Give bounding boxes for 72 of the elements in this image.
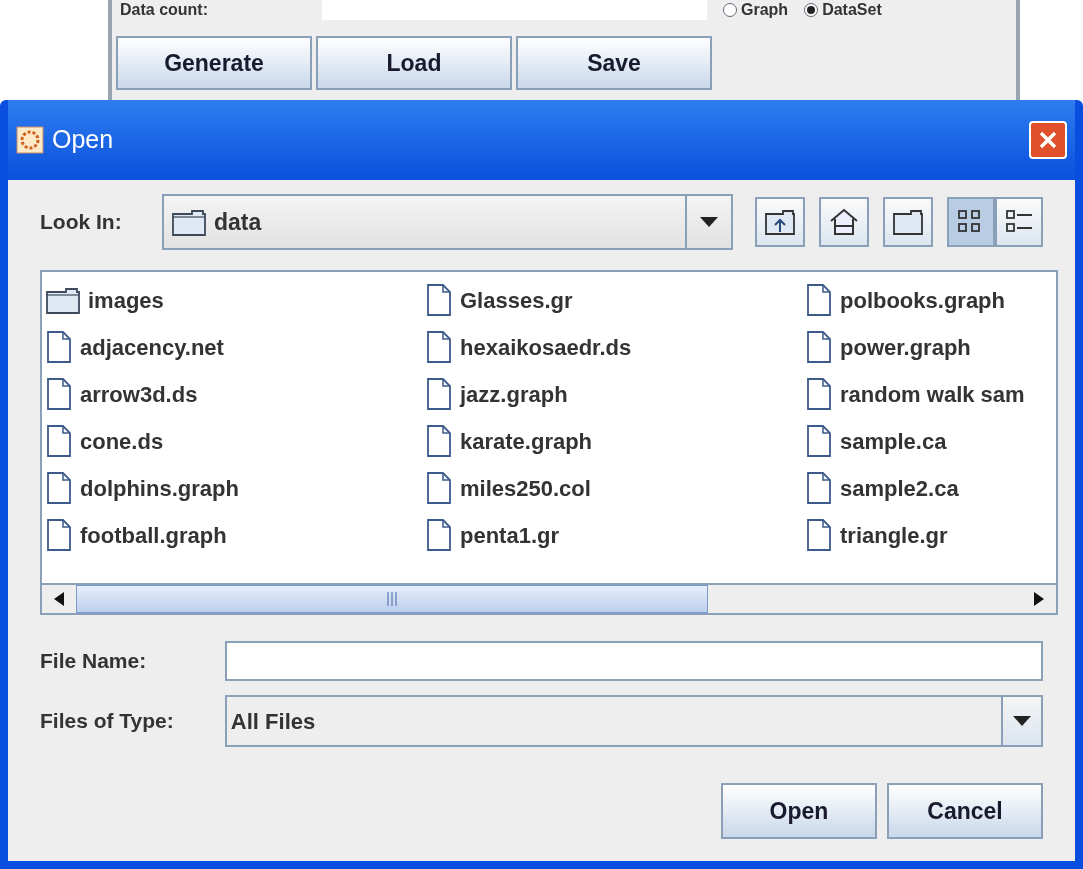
caret-icon <box>700 217 718 227</box>
file-item[interactable]: karate.graph <box>426 425 806 457</box>
document-icon <box>46 331 72 363</box>
close-button[interactable] <box>1029 121 1067 159</box>
horizontal-scrollbar[interactable] <box>42 583 1056 613</box>
open-button[interactable]: Open <box>721 783 877 839</box>
files-of-type-label: Files of Type: <box>40 708 175 735</box>
document-icon <box>46 425 72 457</box>
file-item[interactable]: sample.ca <box>806 425 1056 457</box>
document-icon <box>426 425 452 457</box>
right-arrow-icon <box>1034 592 1044 606</box>
grip-icon <box>387 592 397 606</box>
document-icon <box>46 519 72 551</box>
file-item[interactable]: penta1.gr <box>426 519 806 551</box>
file-item[interactable]: dolphins.graph <box>46 472 426 504</box>
look-in-value: data <box>213 207 262 237</box>
window-title: Open <box>52 124 114 156</box>
radio-option[interactable]: Graph <box>723 0 789 20</box>
folder-icon <box>46 285 80 315</box>
document-icon <box>46 472 72 504</box>
file-item[interactable]: hexaikosaedr.ds <box>426 331 806 363</box>
file-item[interactable]: polbooks.graph <box>806 284 1056 316</box>
files-of-type-value: All Files <box>229 707 317 736</box>
document-icon <box>806 284 832 316</box>
file-item[interactable]: images <box>46 284 426 316</box>
left-arrow-icon <box>54 592 64 606</box>
document-icon <box>46 378 72 410</box>
action-button[interactable]: Load <box>316 36 512 90</box>
details-view-button[interactable] <box>995 197 1043 247</box>
caret-icon <box>1013 716 1031 726</box>
look-in-dropdown[interactable]: data <box>161 194 733 250</box>
file-item[interactable]: Glasses.gr <box>426 284 806 316</box>
file-name-label: File Name: <box>40 648 148 675</box>
look-in-label: Look In: <box>40 209 123 236</box>
action-button[interactable]: Save <box>516 36 712 90</box>
file-item[interactable]: sample2.ca <box>806 472 1056 504</box>
document-icon <box>806 472 832 504</box>
scrollbar-thumb[interactable] <box>76 585 708 613</box>
file-item[interactable]: adjacency.net <box>46 331 426 363</box>
document-icon <box>426 284 452 316</box>
file-item[interactable]: random walk sam <box>806 378 1056 410</box>
document-icon <box>806 331 832 363</box>
file-item[interactable]: power.graph <box>806 331 1056 363</box>
document-icon <box>426 472 452 504</box>
document-icon <box>426 331 452 363</box>
folder-icon <box>171 207 206 237</box>
action-button[interactable]: Generate <box>116 36 312 90</box>
home-button[interactable] <box>819 197 869 247</box>
file-item[interactable]: triangle.gr <box>806 519 1056 551</box>
file-item[interactable]: arrow3d.ds <box>46 378 426 410</box>
file-item[interactable]: miles250.col <box>426 472 806 504</box>
app-icon <box>16 126 44 154</box>
document-icon <box>426 378 452 410</box>
up-folder-icon <box>765 208 795 236</box>
up-folder-button[interactable] <box>755 197 805 247</box>
data-count-label: Data count: <box>119 0 209 20</box>
document-icon <box>426 519 452 551</box>
document-icon <box>806 425 832 457</box>
close-icon <box>1038 130 1058 150</box>
document-icon <box>806 378 832 410</box>
home-icon <box>829 208 859 236</box>
document-icon <box>806 519 832 551</box>
file-item[interactable]: cone.ds <box>46 425 426 457</box>
cancel-button[interactable]: Cancel <box>887 783 1043 839</box>
files-of-type-dropdown[interactable]: All Files <box>224 695 1043 747</box>
file-item[interactable]: football.graph <box>46 519 426 551</box>
list-view-button[interactable] <box>947 197 995 247</box>
radio-option[interactable]: DataSet <box>804 0 882 20</box>
file-item[interactable]: jazz.graph <box>426 378 806 410</box>
new-folder-icon <box>893 208 923 236</box>
new-folder-button[interactable] <box>883 197 933 247</box>
file-name-field[interactable] <box>224 641 1043 681</box>
